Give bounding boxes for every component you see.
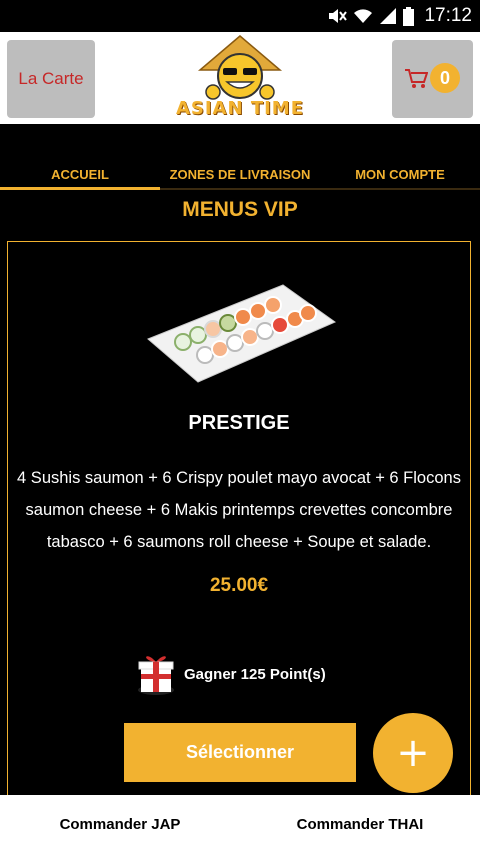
product-price: 25.00€ — [209, 575, 269, 596]
section-title: MENUS VIP — [182, 198, 298, 221]
tab-zones-de-livraison[interactable]: ZONES DE LIVRAISON — [160, 160, 320, 188]
commander-thai-button[interactable]: Commander THAI — [240, 795, 480, 853]
product-name: PRESTIGE — [188, 412, 290, 434]
status-icons: 17:12 — [327, 0, 480, 32]
product-description: 4 Sushis saumon + 6 Crispy poulet mayo a… — [17, 469, 461, 551]
nav-tabs: ACCUEIL ZONES DE LIVRAISON MON COMPTE — [0, 160, 480, 190]
select-button[interactable]: Sélectionner — [124, 723, 356, 782]
tab-mon-compte[interactable]: MON COMPTE — [320, 160, 480, 188]
wifi-icon — [354, 9, 373, 23]
status-time: 17:12 — [424, 5, 472, 26]
app-header: La Carte ASIAN TIME 0 — [0, 32, 480, 124]
la-carte-button[interactable]: La Carte — [7, 40, 95, 118]
active-tab-indicator — [0, 187, 160, 190]
cart-icon — [405, 69, 428, 88]
dish-image — [147, 284, 337, 383]
bottom-bar: Commander JAP Commander THAI — [0, 795, 480, 853]
logo-mascot — [197, 35, 283, 100]
gift-icon — [138, 656, 174, 695]
tab-accueil[interactable]: ACCUEIL — [0, 160, 160, 188]
logo-text: ASIAN TIME — [175, 98, 305, 119]
cart-count-badge: 0 — [430, 63, 460, 93]
battery-icon — [403, 6, 415, 26]
mute-icon — [329, 9, 348, 23]
signal-icon — [380, 8, 397, 24]
status-bar: 17:12 — [0, 0, 480, 32]
add-button[interactable]: + — [373, 713, 453, 793]
commander-jap-button[interactable]: Commander JAP — [0, 795, 240, 853]
app-logo[interactable]: ASIAN TIME — [160, 34, 320, 122]
cart-button[interactable]: 0 — [392, 40, 473, 118]
points-text: Gagner 125 Point(s) — [184, 666, 326, 683]
